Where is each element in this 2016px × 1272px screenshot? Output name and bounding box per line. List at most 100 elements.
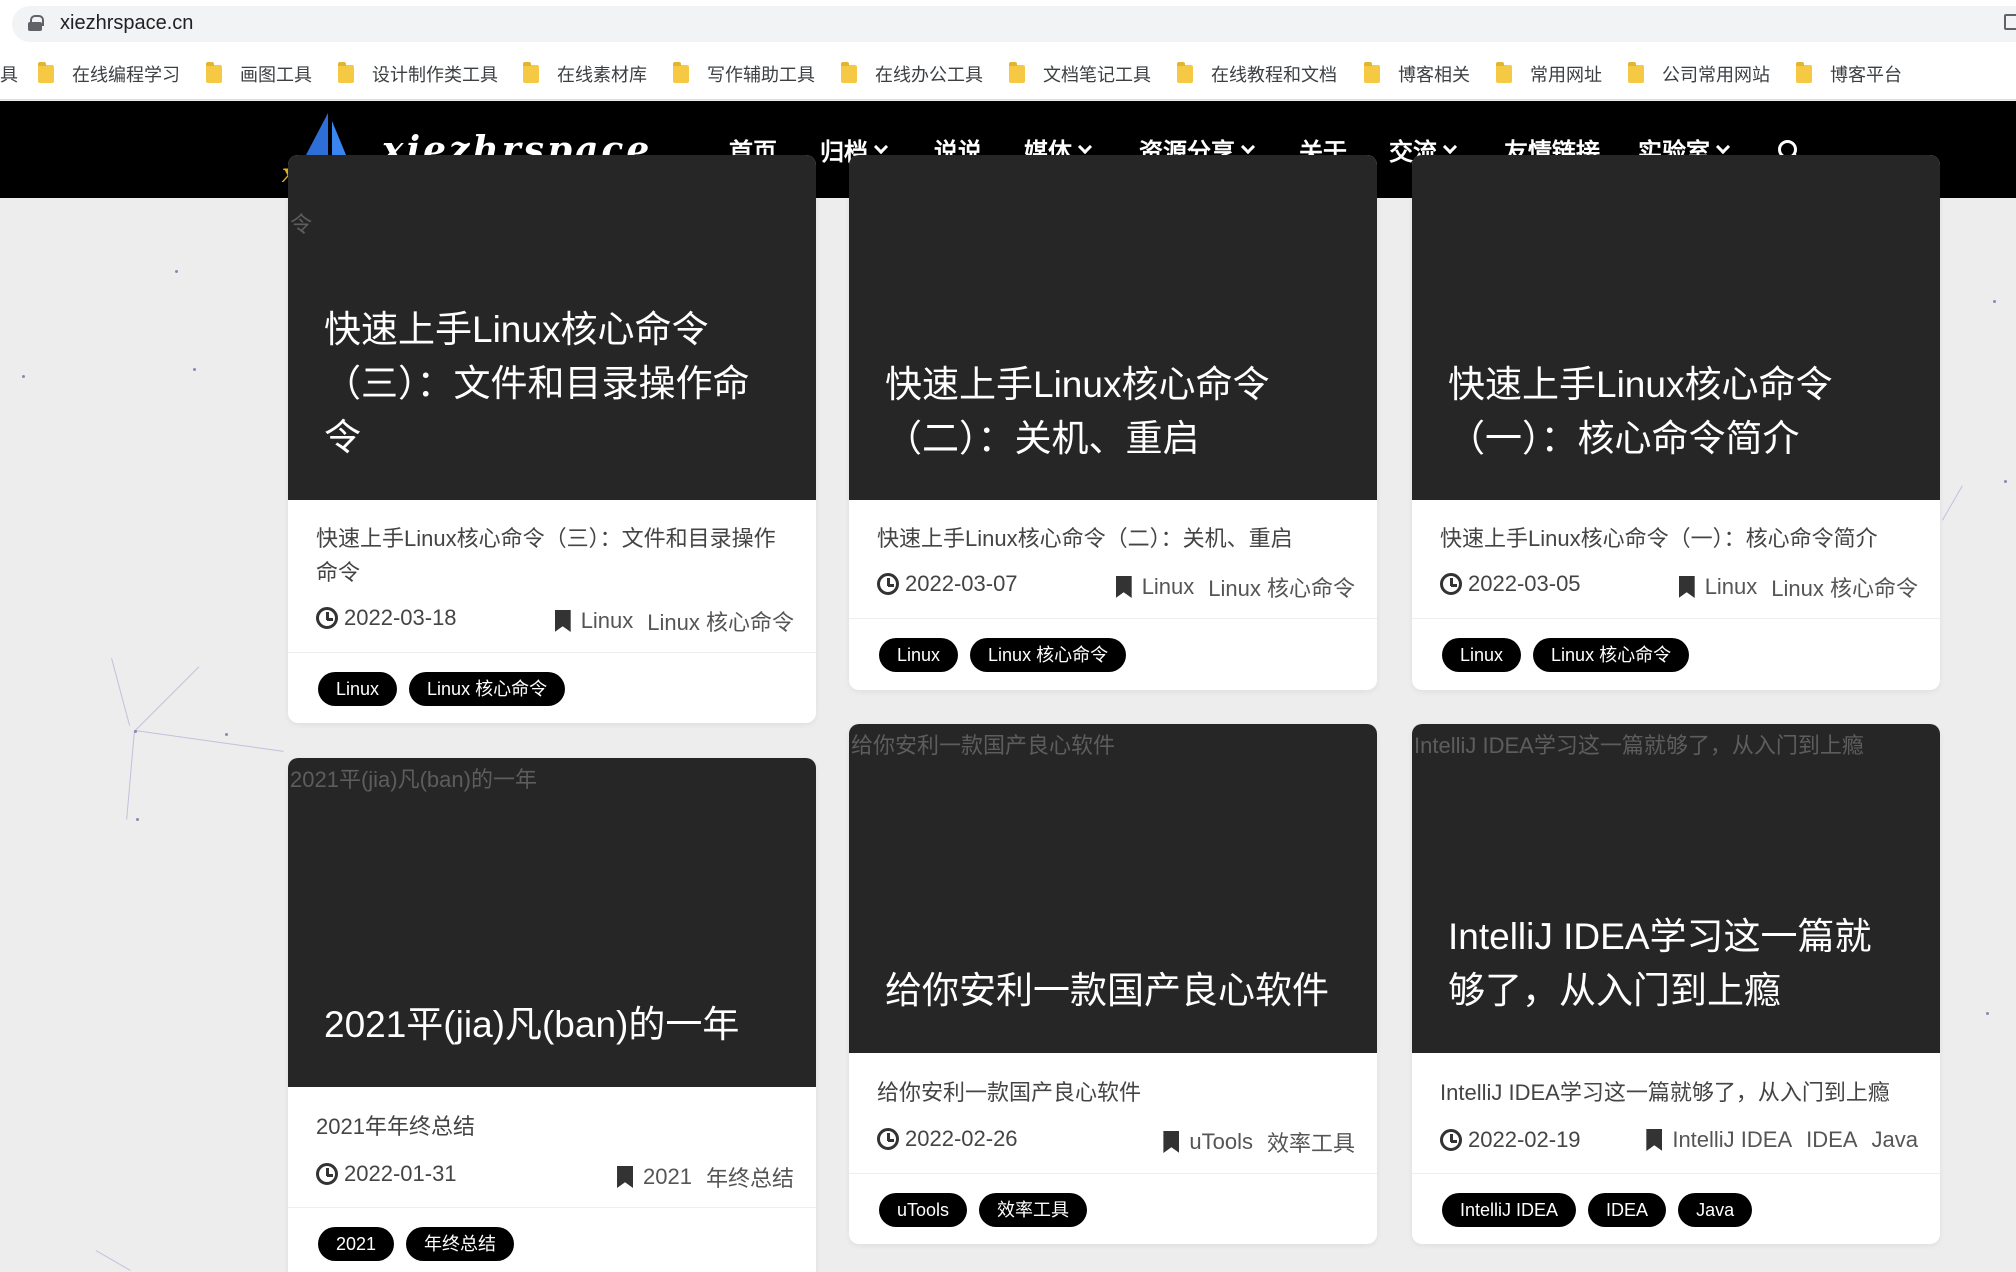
- clock-icon: [1440, 1129, 1462, 1151]
- divider: [1412, 1173, 1940, 1174]
- post-title[interactable]: IntelliJ IDEA学习这一篇就够了，从入门到上瘾: [1440, 1076, 1920, 1110]
- category-link[interactable]: IntelliJ IDEA: [1672, 1127, 1792, 1153]
- post-thumbnail[interactable]: IntelliJ IDEA学习这一篇就够了，从入门到上瘾 IntelliJ ID…: [1412, 724, 1940, 1053]
- thumbnail-title: 快速上手Linux核心命令（一）：核心命令简介: [1448, 364, 1833, 459]
- post-categories: Linux Linux 核心命令: [1678, 571, 1918, 603]
- bookmark-folder[interactable]: 在线素材库: [523, 60, 647, 88]
- category-link[interactable]: 2021: [643, 1164, 692, 1190]
- chevron-down-icon: [873, 139, 889, 154]
- post-title[interactable]: 快速上手Linux核心命令（三）：文件和目录操作命令: [316, 522, 796, 590]
- folder-icon: [673, 62, 689, 83]
- folder-icon: [1177, 62, 1193, 83]
- bookmark-folder[interactable]: 常用网址: [1496, 60, 1602, 88]
- bookmark-icon: [554, 610, 571, 632]
- post-date: 2022-03-05: [1440, 571, 1581, 597]
- chevron-down-icon: [1442, 139, 1458, 154]
- post-title[interactable]: 快速上手Linux核心命令（一）：核心命令简介: [1440, 522, 1920, 556]
- tag-chip[interactable]: 效率工具: [979, 1193, 1088, 1227]
- post-thumbnail[interactable]: 给你安利一款国产良心软件 给你安利一款国产良心软件: [849, 724, 1377, 1053]
- post-tags: Linux Linux 核心命令: [318, 672, 577, 706]
- post-card[interactable]: 给你安利一款国产良心软件 给你安利一款国产良心软件 给你安利一款国产良心软件 2…: [849, 724, 1377, 1244]
- tag-chip[interactable]: Java: [1678, 1193, 1753, 1227]
- category-link[interactable]: Java: [1872, 1127, 1918, 1153]
- post-card[interactable]: 2021平(jia)凡(ban)的一年 2021平(jia)凡(ban)的一年 …: [288, 758, 816, 1272]
- date-text: 2022-03-05: [1468, 571, 1581, 596]
- post-card[interactable]: 令 快速上手Linux核心命令（三）：文件和目录操作命令 快速上手Linux核心…: [288, 155, 816, 723]
- network-line: [1942, 485, 1963, 521]
- post-title[interactable]: 2021年年终总结: [316, 1110, 796, 1144]
- bookmark-label: 博客相关: [1398, 65, 1470, 85]
- tag-chip[interactable]: Linux 核心命令: [1533, 638, 1690, 672]
- tag-chip[interactable]: Linux: [879, 638, 959, 672]
- date-text: 2022-01-31: [344, 1161, 457, 1186]
- bookmark-folder[interactable]: 公司常用网站: [1628, 60, 1770, 88]
- divider: [849, 1173, 1377, 1174]
- tag-chip[interactable]: 2021: [318, 1227, 395, 1261]
- category-link[interactable]: Linux: [581, 608, 634, 634]
- tag-chip[interactable]: Linux: [318, 672, 398, 706]
- clock-icon: [316, 607, 338, 629]
- bookmark-item[interactable]: 具: [0, 60, 18, 88]
- post-card[interactable]: 快速上手Linux核心命令（一）：核心命令简介 快速上手Linux核心命令（一）…: [1412, 155, 1940, 690]
- url-box[interactable]: [12, 6, 2016, 42]
- bookmark-folder[interactable]: 文档笔记工具: [1009, 60, 1151, 88]
- share-icon[interactable]: [2004, 14, 2016, 30]
- browser-address-bar: xiezhrspace.cn: [0, 0, 2016, 48]
- tag-chip[interactable]: uTools: [879, 1193, 968, 1227]
- bookmark-folder[interactable]: 博客平台: [1796, 60, 1902, 88]
- bookmark-folder[interactable]: 画图工具: [206, 60, 312, 88]
- post-title[interactable]: 给你安利一款国产良心软件: [877, 1076, 1357, 1110]
- category-link[interactable]: IDEA: [1806, 1127, 1857, 1153]
- network-dot: [22, 375, 25, 378]
- tag-chip[interactable]: IDEA: [1588, 1193, 1667, 1227]
- tag-chip[interactable]: Linux 核心命令: [970, 638, 1127, 672]
- bookmark-label: 在线办公工具: [875, 65, 983, 85]
- clock-icon: [1440, 573, 1462, 595]
- bookmark-folder[interactable]: 在线办公工具: [841, 60, 983, 88]
- post-card[interactable]: IntelliJ IDEA学习这一篇就够了，从入门到上瘾 IntelliJ ID…: [1412, 724, 1940, 1244]
- chevron-down-icon: [1240, 139, 1256, 154]
- post-thumbnail[interactable]: 令 快速上手Linux核心命令（三）：文件和目录操作命令: [288, 155, 816, 500]
- category-link[interactable]: Linux 核心命令: [647, 605, 794, 637]
- thumbnail-title: 快速上手Linux核心命令（三）：文件和目录操作命令: [324, 309, 750, 458]
- network-line: [111, 658, 131, 726]
- bookmark-folder[interactable]: 博客相关: [1364, 60, 1470, 88]
- bookmark-label: 具: [0, 65, 18, 85]
- bookmark-icon: [1115, 576, 1132, 598]
- tag-chip[interactable]: IntelliJ IDEA: [1442, 1193, 1577, 1227]
- bookmark-folder[interactable]: 设计制作类工具: [338, 60, 498, 88]
- post-date: 2022-03-18: [316, 605, 457, 631]
- post-thumbnail[interactable]: 快速上手Linux核心命令（二）：关机、重启: [849, 155, 1377, 500]
- bookmark-label: 画图工具: [240, 65, 312, 85]
- category-link[interactable]: Linux: [1142, 574, 1195, 600]
- category-link[interactable]: 效率工具: [1267, 1126, 1355, 1158]
- post-card[interactable]: 快速上手Linux核心命令（二）：关机、重启 快速上手Linux核心命令（二）：…: [849, 155, 1377, 690]
- bookmark-folder[interactable]: 在线教程和文档: [1177, 60, 1337, 88]
- tag-chip[interactable]: 年终总结: [406, 1227, 515, 1261]
- clock-icon: [877, 573, 899, 595]
- tag-chip[interactable]: Linux 核心命令: [409, 672, 566, 706]
- category-link[interactable]: 年终总结: [706, 1161, 794, 1193]
- url-text[interactable]: xiezhrspace.cn: [60, 12, 193, 35]
- category-link[interactable]: Linux 核心命令: [1208, 571, 1355, 603]
- bookmark-label: 文档笔记工具: [1043, 65, 1151, 85]
- bookmark-folder[interactable]: 写作辅助工具: [673, 60, 815, 88]
- divider: [288, 652, 816, 653]
- post-date: 2022-03-07: [877, 571, 1018, 597]
- bookmark-icon: [1163, 1131, 1180, 1153]
- network-dot: [193, 368, 196, 371]
- bookmark-label: 博客平台: [1830, 65, 1902, 85]
- bookmark-label: 在线素材库: [557, 65, 647, 85]
- post-categories: IntelliJ IDEA IDEA Java: [1646, 1127, 1918, 1153]
- category-link[interactable]: Linux 核心命令: [1771, 571, 1918, 603]
- lock-icon[interactable]: [28, 15, 44, 31]
- tag-chip[interactable]: Linux: [1442, 638, 1522, 672]
- category-link[interactable]: Linux: [1705, 574, 1758, 600]
- category-link[interactable]: uTools: [1189, 1129, 1253, 1155]
- post-title[interactable]: 快速上手Linux核心命令（二）：关机、重启: [877, 522, 1357, 556]
- bookmark-folder[interactable]: 在线编程学习: [38, 60, 180, 88]
- chevron-down-icon: [1715, 139, 1731, 154]
- post-thumbnail[interactable]: 快速上手Linux核心命令（一）：核心命令简介: [1412, 155, 1940, 500]
- post-thumbnail[interactable]: 2021平(jia)凡(ban)的一年 2021平(jia)凡(ban)的一年: [288, 758, 816, 1087]
- post-categories: Linux Linux 核心命令: [554, 605, 794, 637]
